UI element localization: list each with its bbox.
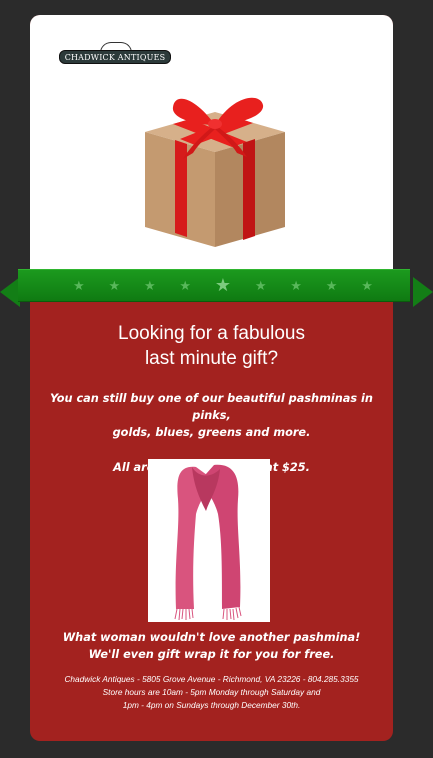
star-icon: ★ (108, 278, 121, 294)
ribbon-tail-left (0, 277, 20, 307)
footer-hours: Store hours are 10am - 5pm Monday throug… (102, 687, 321, 697)
star-icon: ★ (290, 278, 302, 294)
star-icon: ★ (73, 278, 85, 294)
ribbon-tail-right (413, 277, 433, 307)
pashmina-image (148, 459, 270, 622)
chadwick-logo[interactable]: CHADWICK ANTIQUES (59, 42, 171, 66)
star-icon: ★ (143, 278, 156, 294)
star-icon: ★ (361, 278, 373, 294)
headline: Looking for a fabulous last minute gift? (30, 321, 393, 371)
gift-box-icon (145, 97, 285, 247)
star-icon: ★ (179, 278, 192, 294)
scarf-icon (174, 464, 242, 621)
hero-image-panel: CHADWICK ANTIQUES (30, 15, 393, 271)
intro-line-2: golds, blues, greens and more. (112, 426, 311, 439)
star-icon: ★ (254, 278, 267, 294)
email-card: CHADWICK ANTIQUES Looking for a fabulous… (30, 15, 393, 741)
closing-content: What woman wouldn't love another pashmin… (30, 629, 393, 663)
message-content: Looking for a fabulous last minute gift?… (30, 321, 393, 476)
headline-line-2: last minute gift? (144, 348, 279, 369)
closing-line-1: What woman wouldn't love another pashmin… (62, 631, 361, 644)
closing-text: What woman wouldn't love another pashmin… (30, 629, 393, 663)
star-icon: ★ (214, 275, 232, 296)
intro-line-1: You can still buy one of our beautiful p… (50, 392, 373, 422)
intro-text: You can still buy one of our beautiful p… (30, 390, 393, 441)
headline-line-1: Looking for a fabulous (118, 323, 305, 344)
green-ribbon-banner: ★ ★ ★ ★ ★ ★ ★ ★ ★ (0, 269, 433, 309)
footer-sunday-hours: 1pm - 4pm on Sundays through December 30… (122, 700, 301, 710)
footer-address: Chadwick Antiques - 5805 Grove Avenue - … (64, 674, 359, 684)
closing-line-2: We'll even gift wrap it for you for free… (88, 648, 335, 661)
star-icon: ★ (325, 278, 338, 294)
store-footer: Chadwick Antiques - 5805 Grove Avenue - … (30, 673, 393, 712)
star-row: ★ ★ ★ ★ ★ ★ ★ ★ ★ (73, 272, 373, 300)
ribbon-band: ★ ★ ★ ★ ★ ★ ★ ★ ★ (18, 269, 410, 302)
logo-text: CHADWICK ANTIQUES (59, 50, 171, 64)
